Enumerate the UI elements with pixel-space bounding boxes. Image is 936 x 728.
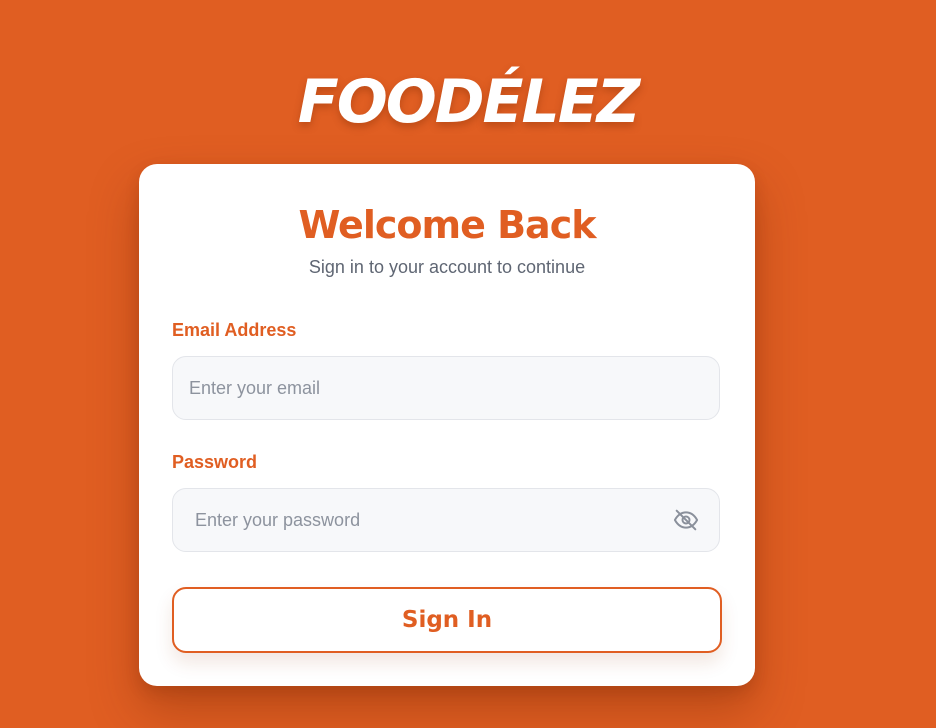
page-subtitle: Sign in to your account to continue	[308, 257, 586, 277]
email-input[interactable]	[173, 357, 719, 419]
brand-logo: FOODÉLEZ	[297, 67, 641, 137]
sign-in-button[interactable]: Sign In	[172, 587, 722, 653]
password-label: Password	[172, 452, 258, 472]
page-title: Welcome Back	[298, 203, 597, 247]
eye-off-icon[interactable]	[667, 501, 705, 539]
password-input[interactable]	[173, 489, 719, 551]
password-field-container	[172, 488, 720, 552]
email-field-container	[172, 356, 720, 420]
login-card: Welcome Back Sign in to your account to …	[139, 164, 755, 686]
email-label: Email Address	[172, 320, 297, 340]
